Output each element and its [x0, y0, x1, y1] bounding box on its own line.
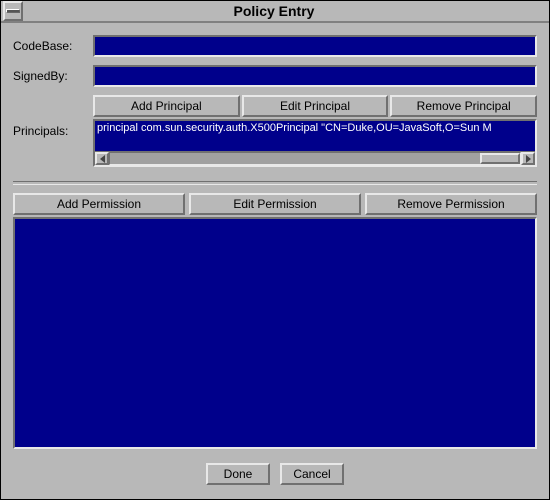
add-permission-button[interactable]: Add Permission [13, 193, 185, 215]
dialog-button-row: Done Cancel [13, 449, 537, 491]
scroll-left-icon[interactable] [95, 152, 109, 165]
codebase-label: CodeBase: [13, 39, 93, 53]
edit-permission-button[interactable]: Edit Permission [189, 193, 361, 215]
principal-list[interactable]: principal com.sun.security.auth.X500Prin… [95, 121, 535, 151]
principals-controls: Add Principal Edit Principal Remove Prin… [93, 95, 537, 167]
remove-permission-button[interactable]: Remove Permission [365, 193, 537, 215]
content-area: CodeBase: SignedBy: Principals: Add Prin… [1, 23, 549, 499]
policy-entry-window: Policy Entry CodeBase: SignedBy: Princip… [0, 0, 550, 500]
scroll-thumb[interactable] [480, 153, 520, 164]
list-item[interactable]: principal com.sun.security.auth.X500Prin… [97, 122, 533, 134]
done-button[interactable]: Done [206, 463, 270, 485]
signedby-label: SignedBy: [13, 69, 93, 83]
signedby-row: SignedBy: [13, 65, 537, 87]
signedby-input[interactable] [93, 65, 537, 87]
principal-button-row: Add Principal Edit Principal Remove Prin… [93, 95, 537, 117]
window-title: Policy Entry [23, 3, 549, 19]
permission-list[interactable] [13, 217, 537, 449]
principals-section: Principals: Add Principal Edit Principal… [13, 95, 537, 167]
principal-list-scrollbar[interactable] [95, 151, 535, 165]
principal-list-container: principal com.sun.security.auth.X500Prin… [93, 119, 537, 167]
scroll-right-icon[interactable] [521, 152, 535, 165]
add-principal-button[interactable]: Add Principal [93, 95, 240, 117]
codebase-row: CodeBase: [13, 35, 537, 57]
remove-principal-button[interactable]: Remove Principal [390, 95, 537, 117]
titlebar: Policy Entry [1, 1, 549, 23]
principals-label-wrap: Principals: [13, 95, 93, 167]
principals-label: Principals: [13, 124, 68, 138]
separator [13, 181, 537, 185]
window-menu-button[interactable] [3, 1, 23, 21]
codebase-input[interactable] [93, 35, 537, 57]
cancel-button[interactable]: Cancel [280, 463, 344, 485]
permission-button-row: Add Permission Edit Permission Remove Pe… [13, 193, 537, 215]
edit-principal-button[interactable]: Edit Principal [242, 95, 389, 117]
scroll-track[interactable] [109, 152, 521, 165]
